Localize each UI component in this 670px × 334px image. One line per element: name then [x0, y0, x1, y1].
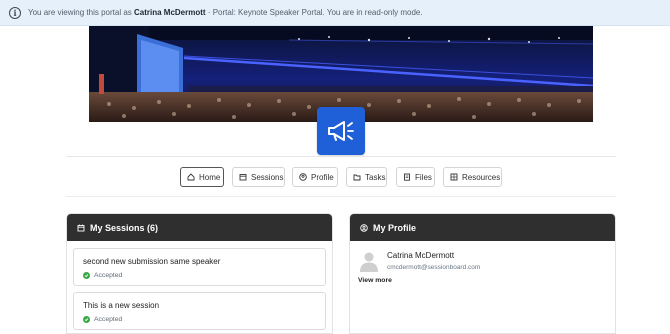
- session-card[interactable]: This is a new session Accepted: [73, 292, 326, 330]
- calendar-icon: [239, 173, 247, 182]
- user-circle-icon: [360, 223, 368, 232]
- avatar-placeholder-icon: [360, 252, 378, 272]
- nav-files-button[interactable]: Files: [396, 167, 435, 187]
- megaphone-icon: [328, 121, 354, 141]
- nav-profile-button[interactable]: Profile: [292, 167, 338, 187]
- my-sessions-title: My Sessions (6): [90, 222, 159, 233]
- session-card[interactable]: second new submission same speaker Accep…: [73, 248, 326, 286]
- user-circle-icon: [299, 173, 307, 182]
- profile-email: cmcdermott@sessionboard.com: [387, 264, 481, 271]
- my-profile-title: My Profile: [373, 222, 417, 233]
- nav-sessions-label: Sessions: [251, 172, 284, 182]
- home-icon: [187, 173, 195, 182]
- my-sessions-header: My Sessions (6): [67, 214, 332, 241]
- my-profile-panel: My Profile Catrina McDermott cmcdermott@…: [349, 213, 616, 334]
- my-profile-header: My Profile: [350, 214, 615, 241]
- nav-home-button[interactable]: Home: [180, 167, 224, 187]
- grid-icon: [450, 173, 458, 182]
- portal-nav: Home Sessions Profile Tasks Files Resour…: [0, 167, 670, 187]
- my-sessions-panel: My Sessions (6) second new submission sa…: [66, 213, 333, 334]
- read-only-notice-bar: i You are viewing this portal as Catrina…: [0, 0, 670, 26]
- nav-resources-label: Resources: [462, 172, 501, 182]
- notice-user-name: Catrina McDermott: [134, 8, 206, 17]
- check-circle-icon: [83, 316, 90, 323]
- session-title: second new submission same speaker: [83, 257, 221, 266]
- nav-files-label: Files: [415, 172, 432, 182]
- profile-summary: Catrina McDermott cmcdermott@sessionboar…: [358, 250, 480, 272]
- session-status-label: Accepted: [94, 272, 123, 279]
- notice-prefix: You are viewing this portal as: [28, 8, 132, 17]
- notice-text: You are viewing this portal as Catrina M…: [28, 8, 423, 17]
- portal-logo: [317, 107, 365, 155]
- nav-profile-label: Profile: [311, 172, 334, 182]
- view-more-link[interactable]: View more: [358, 277, 392, 284]
- nav-sessions-button[interactable]: Sessions: [232, 167, 285, 187]
- nav-resources-button[interactable]: Resources: [443, 167, 502, 187]
- info-icon: i: [9, 6, 21, 19]
- profile-name: Catrina McDermott: [387, 251, 455, 260]
- nav-tasks-button[interactable]: Tasks: [346, 167, 387, 187]
- session-status: Accepted: [83, 272, 316, 279]
- header-divider: [66, 156, 616, 157]
- check-circle-icon: [83, 272, 90, 279]
- session-status-label: Accepted: [94, 316, 123, 323]
- nav-tasks-label: Tasks: [365, 172, 386, 182]
- nav-divider: [66, 196, 616, 197]
- file-icon: [403, 173, 411, 182]
- notice-suffix: · Portal: Keynote Speaker Portal. You ar…: [207, 8, 423, 17]
- session-status: Accepted: [83, 316, 316, 323]
- folder-icon: [353, 173, 361, 182]
- session-title: This is a new session: [83, 301, 160, 310]
- calendar-icon: [77, 224, 85, 232]
- nav-home-label: Home: [199, 172, 221, 182]
